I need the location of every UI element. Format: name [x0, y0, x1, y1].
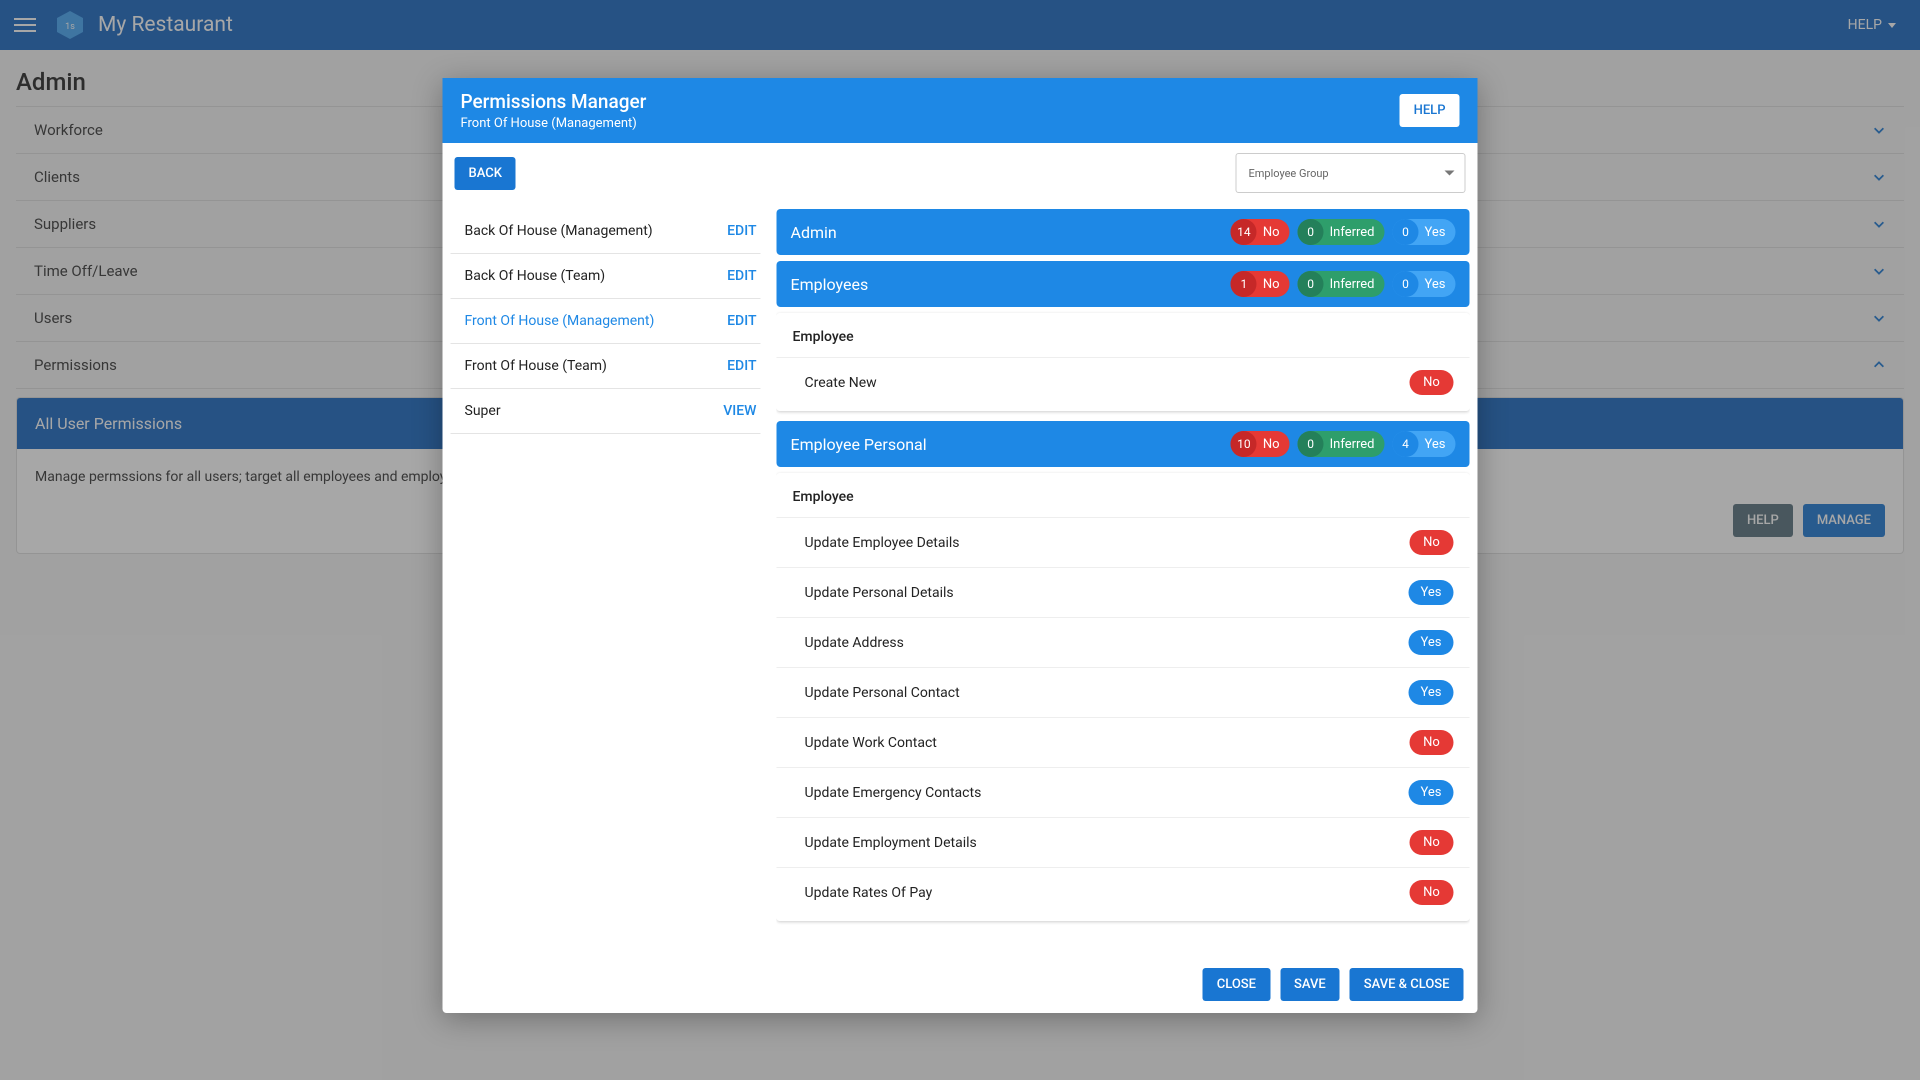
group-list-item[interactable]: Super VIEW: [451, 389, 761, 434]
permission-name: Update Employee Details: [805, 535, 1410, 551]
permission-section-header[interactable]: Employees 1No 0Inferred 0Yes: [777, 261, 1470, 307]
permission-name: Update Rates Of Pay: [805, 885, 1410, 901]
group-edit-link[interactable]: EDIT: [727, 313, 756, 329]
permission-row: Update Emergency Contacts Yes: [777, 767, 1470, 817]
count-inferred-pill: 0Inferred: [1298, 271, 1385, 297]
modal-footer: CLOSE SAVE SAVE & CLOSE: [443, 956, 1478, 1013]
permission-row: Update Personal Details Yes: [777, 567, 1470, 617]
permission-toggle-yes[interactable]: Yes: [1409, 630, 1454, 655]
permission-toggle-no[interactable]: No: [1410, 830, 1454, 855]
permission-name: Update Emergency Contacts: [805, 785, 1409, 801]
modal-subtitle: Front Of House (Management): [461, 116, 1400, 131]
permission-row: Update Employment Details No: [777, 817, 1470, 867]
permission-section-header[interactable]: Employee Personal 10No 0Inferred 4Yes: [777, 421, 1470, 467]
permission-subheading: Employee: [777, 477, 1470, 517]
close-button[interactable]: CLOSE: [1203, 968, 1270, 1001]
group-name: Super: [465, 403, 724, 419]
employee-group-label: Employee Group: [1249, 167, 1329, 180]
permission-row: Update Personal Contact Yes: [777, 667, 1470, 717]
permission-name: Update Address: [805, 635, 1409, 651]
modal-help-button[interactable]: HELP: [1400, 94, 1460, 127]
section-name: Employees: [791, 275, 1223, 294]
permission-toggle-yes[interactable]: Yes: [1409, 780, 1454, 805]
group-name: Back Of House (Management): [465, 223, 728, 239]
permission-row: Update Rates Of Pay No: [777, 867, 1470, 917]
permission-name: Update Employment Details: [805, 835, 1410, 851]
permission-toggle-no[interactable]: No: [1410, 530, 1454, 555]
back-button[interactable]: BACK: [455, 157, 516, 190]
group-list-item[interactable]: Front Of House (Team) EDIT: [451, 344, 761, 389]
permission-toggle-yes[interactable]: Yes: [1409, 680, 1454, 705]
group-edit-link[interactable]: EDIT: [727, 268, 756, 284]
count-inferred-pill: 0Inferred: [1298, 431, 1385, 457]
permissions-modal: Permissions Manager Front Of House (Mana…: [443, 78, 1478, 1013]
permission-section-header[interactable]: Admin 14No 0Inferred 0Yes: [777, 209, 1470, 255]
count-yes-pill: 0Yes: [1393, 271, 1456, 297]
group-name: Front Of House (Management): [465, 313, 728, 329]
permission-toggle-no[interactable]: No: [1410, 880, 1454, 905]
permission-toggle-yes[interactable]: Yes: [1409, 580, 1454, 605]
permission-row: Update Work Contact No: [777, 717, 1470, 767]
group-edit-link[interactable]: EDIT: [727, 223, 756, 239]
permission-name: Create New: [805, 375, 1410, 391]
save-button[interactable]: SAVE: [1280, 968, 1340, 1001]
permission-name: Update Work Contact: [805, 735, 1410, 751]
permission-block: Employee Create New No: [777, 313, 1470, 411]
permission-toggle-no[interactable]: No: [1410, 370, 1454, 395]
permission-row: Update Address Yes: [777, 617, 1470, 667]
permission-subheading: Employee: [777, 317, 1470, 357]
count-no-pill: 14No: [1231, 219, 1290, 245]
count-no-pill: 1No: [1231, 271, 1290, 297]
group-list-item[interactable]: Back Of House (Management) EDIT: [451, 209, 761, 254]
chevron-down-icon: [1445, 171, 1455, 176]
save-and-close-button[interactable]: SAVE & CLOSE: [1350, 968, 1464, 1001]
employee-group-select[interactable]: Employee Group: [1236, 153, 1466, 193]
count-inferred-pill: 0Inferred: [1298, 219, 1385, 245]
modal-header: Permissions Manager Front Of House (Mana…: [443, 78, 1478, 143]
section-name: Admin: [791, 223, 1223, 242]
permission-name: Update Personal Details: [805, 585, 1409, 601]
group-edit-link[interactable]: EDIT: [727, 358, 756, 374]
modal-toolbar: BACK Employee Group: [443, 143, 1478, 203]
group-name: Back Of House (Team): [465, 268, 728, 284]
group-name: Front Of House (Team): [465, 358, 728, 374]
modal-title: Permissions Manager: [461, 90, 1400, 113]
count-yes-pill: 0Yes: [1393, 219, 1456, 245]
section-name: Employee Personal: [791, 435, 1223, 454]
permission-row: Create New No: [777, 357, 1470, 407]
permission-name: Update Personal Contact: [805, 685, 1409, 701]
permission-toggle-no[interactable]: No: [1410, 730, 1454, 755]
group-list-item[interactable]: Back Of House (Team) EDIT: [451, 254, 761, 299]
permission-row: Update Employee Details No: [777, 517, 1470, 567]
count-yes-pill: 4Yes: [1393, 431, 1456, 457]
count-no-pill: 10No: [1231, 431, 1290, 457]
group-list-item[interactable]: Front Of House (Management) EDIT: [451, 299, 761, 344]
permission-block: Employee Update Employee Details No Upda…: [777, 473, 1470, 921]
group-view-link[interactable]: VIEW: [723, 403, 756, 419]
